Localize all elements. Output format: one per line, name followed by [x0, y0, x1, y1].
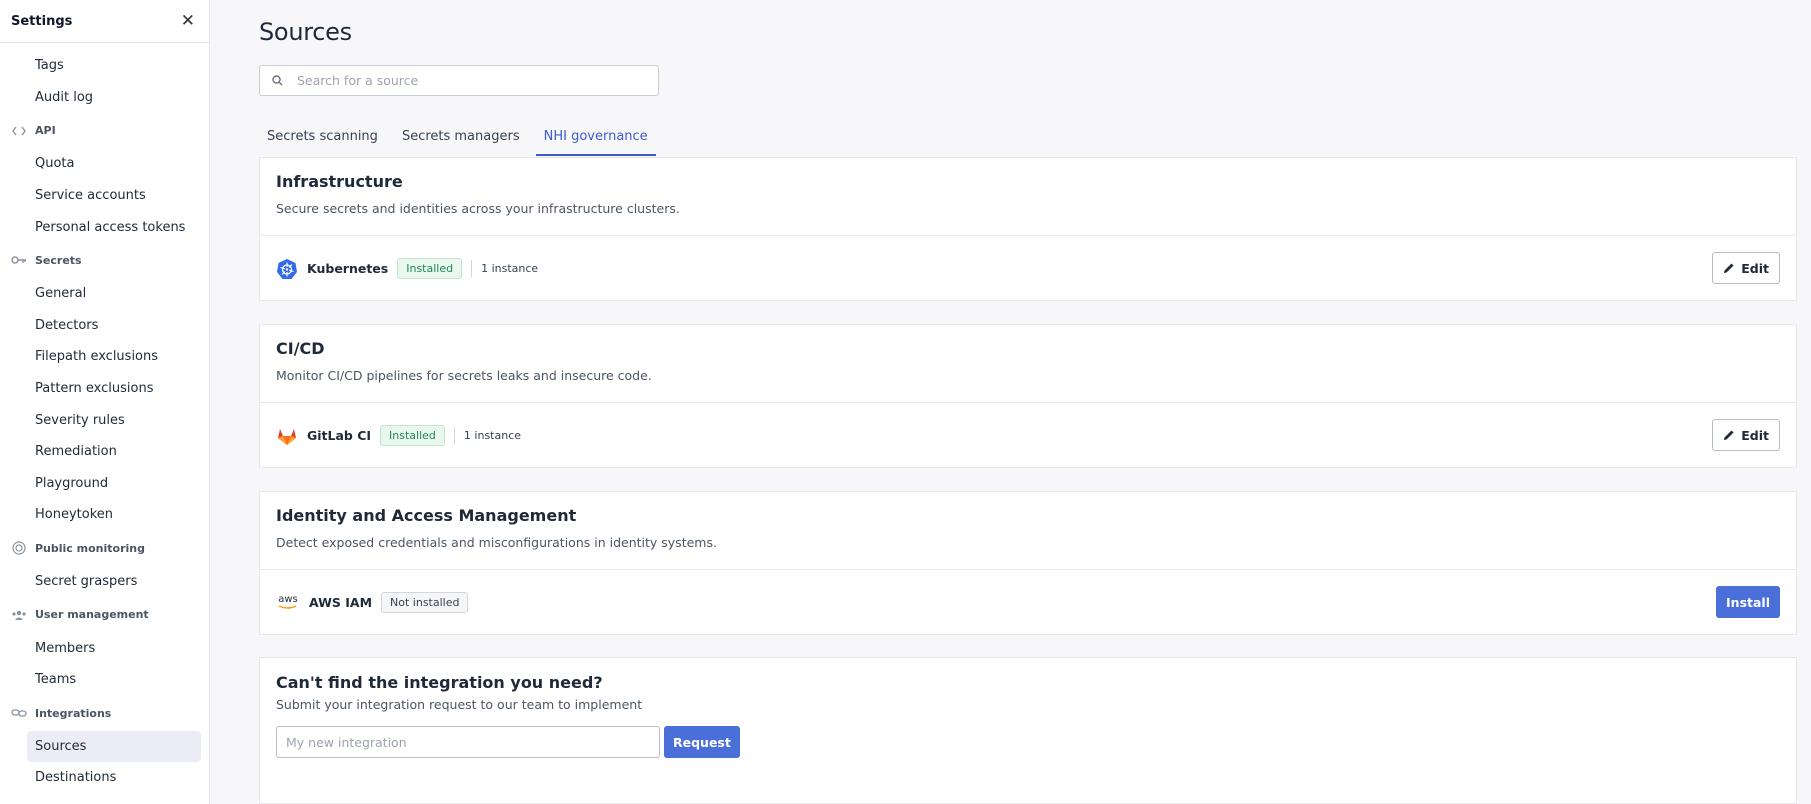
- sidebar-header: Settings ✕: [0, 0, 209, 43]
- integration-name: GitLab CI: [307, 428, 372, 443]
- sidebar-section-label: API: [35, 124, 56, 138]
- sidebar-item-honeytoken[interactable]: Honeytoken: [0, 499, 201, 531]
- radar-icon: [11, 541, 27, 555]
- aws-logo-text: aws: [278, 594, 298, 605]
- code-icon: [11, 124, 27, 138]
- page-title: Sources: [259, 18, 352, 46]
- card-header: Identity and Access Management Detect ex…: [260, 492, 1796, 570]
- sidebar-section-user-management: User management: [0, 597, 209, 632]
- sidebar-item-detectors[interactable]: Detectors: [0, 310, 201, 342]
- instance-count: 1 instance: [481, 262, 539, 275]
- card-title: CI/CD: [276, 339, 325, 358]
- request-form: Request: [276, 726, 1780, 758]
- divider: [471, 260, 473, 277]
- integration-row-kubernetes: Kubernetes Installed 1 instance Edit: [260, 236, 1796, 301]
- sidebar-section-label: Integrations: [35, 706, 112, 720]
- pencil-icon: [1724, 430, 1734, 440]
- edit-button-label: Edit: [1741, 260, 1769, 276]
- integration-row-gitlab-ci: GitLab CI Installed 1 instance Edit: [260, 403, 1796, 468]
- link-icon: [11, 706, 27, 720]
- card-header: Infrastructure Secure secrets and identi…: [260, 158, 1796, 236]
- sidebar-title: Settings: [11, 13, 73, 29]
- key-icon: [11, 253, 27, 267]
- status-badge: Not installed: [381, 592, 469, 613]
- tab-secrets-scanning[interactable]: Secrets scanning: [259, 118, 386, 156]
- sidebar-item-severity-rules[interactable]: Severity rules: [0, 404, 201, 436]
- card-description: Secure secrets and identities across you…: [276, 201, 680, 216]
- integration-request-input[interactable]: [276, 726, 660, 758]
- cicd-card: CI/CD Monitor CI/CD pipelines for secret…: [259, 324, 1797, 468]
- edit-button[interactable]: Edit: [1712, 252, 1780, 284]
- request-title: Can't find the integration you need?: [276, 673, 603, 692]
- close-icon[interactable]: ✕: [181, 12, 195, 30]
- card-header: CI/CD Monitor CI/CD pipelines for secret…: [260, 325, 1796, 403]
- status-badge: Installed: [397, 258, 463, 279]
- sidebar-item-remediation[interactable]: Remediation: [0, 436, 201, 468]
- kubernetes-icon: [276, 258, 298, 280]
- card-title: Infrastructure: [276, 172, 403, 191]
- sidebar-item-audit-log[interactable]: Audit log: [0, 82, 201, 114]
- sidebar-section-api: API: [0, 113, 209, 148]
- request-description: Submit your integration request to our t…: [276, 697, 643, 712]
- integration-row-aws-iam: aws AWS IAM Not installed Install: [260, 570, 1796, 635]
- sidebar-section-label: Public monitoring: [35, 541, 145, 555]
- sidebar-section-label: User management: [35, 608, 149, 622]
- sidebar-item-service-accounts[interactable]: Service accounts: [0, 180, 201, 212]
- tab-secrets-managers[interactable]: Secrets managers: [394, 118, 528, 156]
- tab-nhi-governance[interactable]: NHI governance: [535, 118, 656, 156]
- sidebar-item-filepath-exclusions[interactable]: Filepath exclusions: [0, 341, 201, 373]
- sidebar-item-members[interactable]: Members: [0, 632, 201, 664]
- settings-sidebar: Settings ✕ Tags Audit log API Quota Serv…: [0, 0, 210, 804]
- sidebar-item-general[interactable]: General: [0, 278, 201, 310]
- card-title: Identity and Access Management: [276, 506, 577, 525]
- edit-button-label: Edit: [1741, 427, 1769, 443]
- sidebar-item-tags[interactable]: Tags: [0, 50, 201, 82]
- card-description: Detect exposed credentials and misconfig…: [276, 535, 717, 550]
- search-box: [259, 65, 659, 96]
- sidebar-item-destinations[interactable]: Destinations: [0, 762, 201, 794]
- install-button[interactable]: Install: [1716, 586, 1780, 618]
- sidebar-item-personal-access-tokens[interactable]: Personal access tokens: [0, 211, 201, 243]
- sidebar-item-playground[interactable]: Playground: [0, 468, 201, 500]
- search-input[interactable]: [297, 73, 637, 88]
- instance-count: 1 instance: [463, 429, 522, 442]
- integration-name: Kubernetes: [307, 261, 389, 276]
- sidebar-item-secret-graspers[interactable]: Secret graspers: [0, 566, 201, 598]
- sidebar-section-integrations: Integrations: [0, 696, 209, 731]
- sidebar-item-sources[interactable]: Sources: [27, 730, 201, 763]
- integration-name: AWS IAM: [309, 595, 373, 610]
- pencil-icon: [1724, 263, 1734, 273]
- edit-button[interactable]: Edit: [1712, 419, 1780, 451]
- sidebar-section-label: Secrets: [35, 253, 82, 267]
- sidebar-item-quota[interactable]: Quota: [0, 148, 201, 180]
- sidebar-section-public-monitoring: Public monitoring: [0, 531, 209, 566]
- sidebar-nav: Tags Audit log API Quota Service account…: [0, 43, 209, 794]
- sidebar-item-pattern-exclusions[interactable]: Pattern exclusions: [0, 373, 201, 405]
- search-icon: [272, 71, 283, 90]
- gitlab-icon: [276, 425, 298, 447]
- source-tabs: Secrets scanning Secrets managers NHI go…: [259, 118, 664, 156]
- card-description: Monitor CI/CD pipelines for secrets leak…: [276, 368, 652, 383]
- sidebar-item-teams[interactable]: Teams: [0, 664, 201, 696]
- request-button[interactable]: Request: [664, 726, 740, 758]
- sidebar-section-secrets: Secrets: [0, 243, 209, 278]
- aws-icon: aws: [276, 592, 300, 614]
- divider: [453, 427, 455, 444]
- status-badge: Installed: [380, 425, 445, 446]
- request-integration-card: Can't find the integration you need? Sub…: [259, 657, 1797, 804]
- users-icon: [11, 608, 27, 622]
- infrastructure-card: Infrastructure Secure secrets and identi…: [259, 157, 1797, 301]
- iam-card: Identity and Access Management Detect ex…: [259, 491, 1797, 635]
